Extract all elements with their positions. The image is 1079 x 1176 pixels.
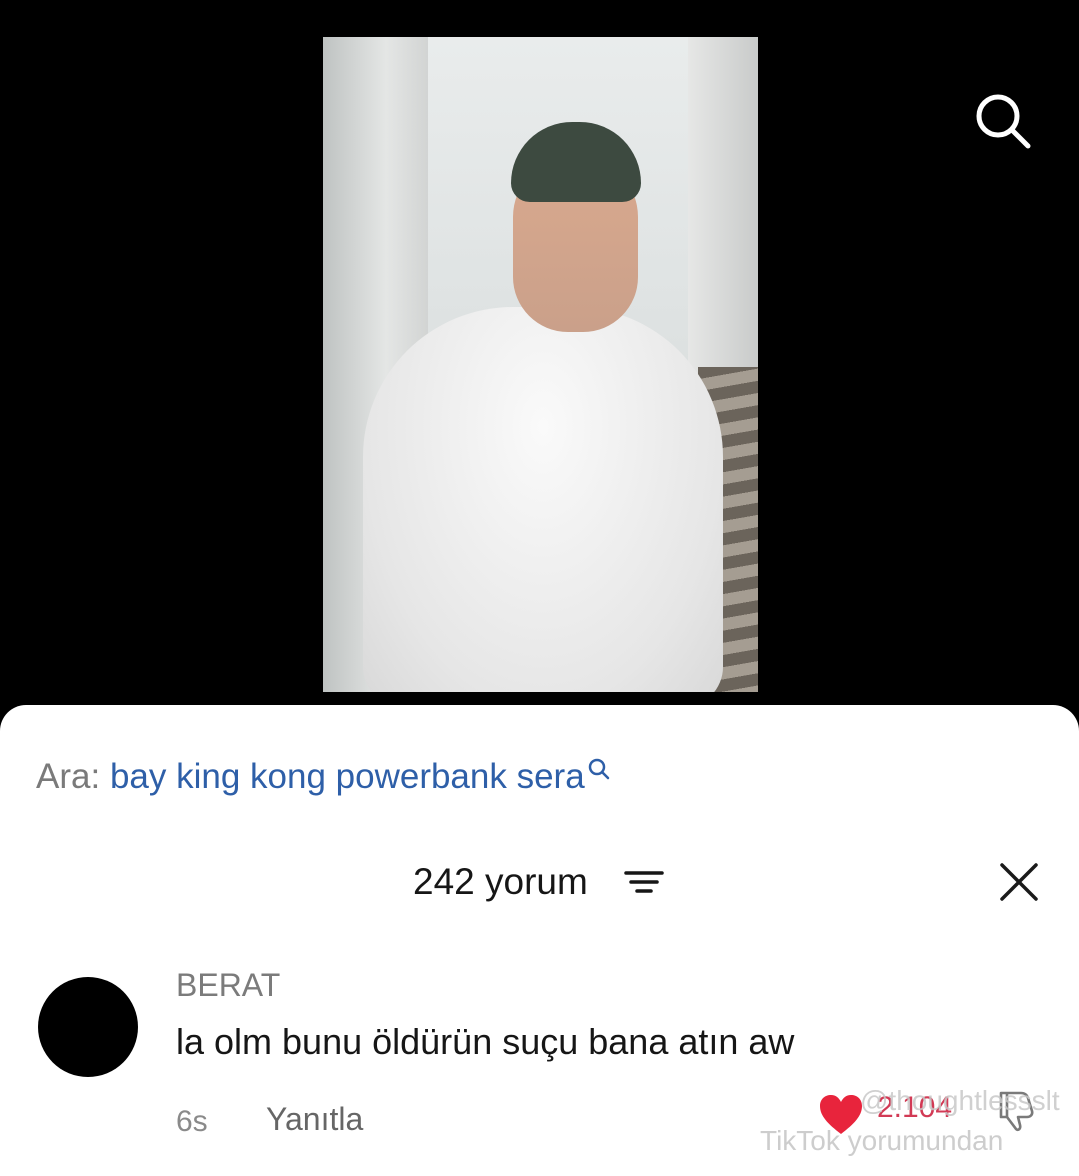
close-icon: [1000, 863, 1038, 901]
video-frame[interactable]: [323, 37, 758, 692]
reply-button[interactable]: Yanıtla: [266, 1101, 363, 1138]
sort-filter-icon[interactable]: [624, 868, 664, 898]
search-icon: [976, 94, 1031, 149]
video-player[interactable]: [0, 0, 1079, 705]
video-person-cap: [511, 122, 641, 202]
watermark-brand: TikTok yorumundan: [760, 1125, 1004, 1156]
comments-sheet: Ara: bay king kong powerbank sera 242 yo…: [0, 705, 1079, 1176]
search-suggestion-prefix: Ara:: [36, 757, 101, 796]
comments-header: 242 yorum: [0, 855, 1079, 907]
watermark-handle: @thoughtlessslt: [860, 1085, 1060, 1116]
search-suggestion[interactable]: Ara: bay king kong powerbank sera: [36, 757, 611, 797]
search-small-icon: [588, 758, 609, 780]
comment-time: 6s: [176, 1105, 208, 1138]
search-button[interactable]: [972, 90, 1034, 152]
close-button[interactable]: [998, 861, 1040, 903]
comment-text: la olm bunu öldürün suçu bana atın aw: [176, 1021, 795, 1062]
comment-count: 242 yorum: [413, 861, 588, 902]
avatar[interactable]: [38, 977, 138, 1077]
comment-username[interactable]: BERAT: [176, 967, 280, 1004]
search-suggestion-query[interactable]: bay king kong powerbank sera: [110, 757, 585, 796]
video-person-body: [363, 307, 723, 692]
